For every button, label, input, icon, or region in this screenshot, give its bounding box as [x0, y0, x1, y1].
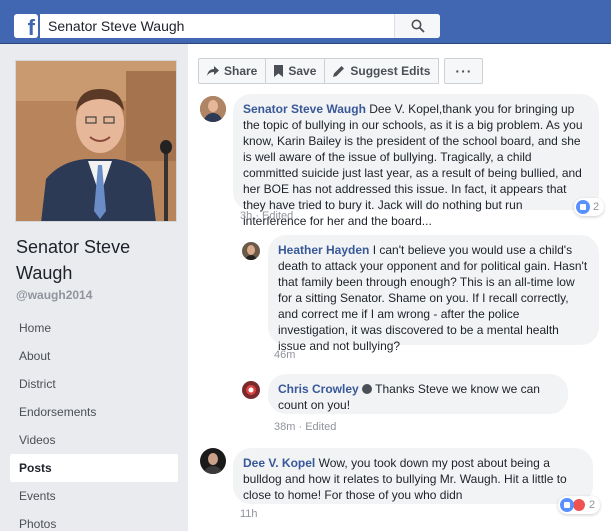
comment-bubble: Heather Hayden I can't believe you would…	[268, 235, 599, 353]
comment-bubble: Senator Steve Waugh Dee V. Kopel,thank y…	[233, 94, 599, 228]
suggest-edits-button[interactable]: Suggest Edits	[324, 58, 440, 84]
main-content: Share Save Suggest Edits ··· Senator Ste…	[188, 44, 611, 531]
comment-author[interactable]: Heather Hayden	[278, 243, 369, 257]
comment-author[interactable]: Dee V. Kopel	[243, 456, 315, 470]
reaction-count[interactable]: 2	[574, 198, 605, 216]
avatar-image	[200, 96, 226, 122]
comment-meta: 46m	[274, 349, 295, 361]
nav-item-endorsements[interactable]: Endorsements	[10, 398, 178, 426]
like-reaction-icon	[576, 200, 590, 214]
avatar[interactable]	[242, 242, 260, 260]
avatar-image	[200, 448, 226, 474]
group-icon	[362, 384, 373, 394]
page-action-bar: Share Save Suggest Edits ···	[198, 58, 484, 84]
nav-item-home[interactable]: Home	[10, 314, 178, 342]
left-sidebar: Senator Steve Waugh @waugh2014 Home Abou…	[0, 44, 188, 531]
comment-time[interactable]: 46m	[274, 349, 295, 361]
search-box	[40, 14, 440, 38]
comment-bubble: Chris Crowley Thanks Steve we know we ca…	[268, 374, 568, 414]
nav-item-photos[interactable]: Photos	[10, 510, 178, 531]
comment-meta: 11h	[240, 508, 258, 520]
bookmark-icon	[274, 65, 284, 77]
reaction-count[interactable]: 2	[558, 496, 601, 514]
comment-meta: 38m · Edited	[274, 421, 337, 433]
search-button[interactable]	[394, 14, 440, 38]
search-input[interactable]	[40, 14, 390, 38]
comment-edited[interactable]: Edited	[305, 421, 336, 433]
avatar-image	[242, 381, 260, 399]
comment-edited[interactable]: Edited	[262, 210, 293, 222]
nav-item-about[interactable]: About	[10, 342, 178, 370]
nav-item-videos[interactable]: Videos	[10, 426, 178, 454]
more-options-button[interactable]: ···	[444, 58, 484, 84]
save-button[interactable]: Save	[265, 58, 326, 84]
nav-item-posts[interactable]: Posts	[10, 454, 178, 482]
top-bar: f	[0, 0, 611, 44]
comment-meta: 3h · Edited	[240, 210, 294, 222]
search-icon	[411, 19, 425, 33]
avatar[interactable]	[242, 381, 260, 399]
comment-author[interactable]: Senator Steve Waugh	[243, 102, 366, 116]
save-label: Save	[288, 64, 317, 78]
reaction-number: 2	[589, 499, 596, 511]
profile-photo-image	[16, 61, 176, 221]
profile-photo[interactable]	[15, 60, 177, 222]
suggest-edits-label: Suggest Edits	[350, 64, 431, 78]
comment-time[interactable]: 38m	[274, 421, 295, 433]
angry-reaction-icon	[572, 498, 586, 512]
nav-item-district[interactable]: District	[10, 370, 178, 398]
page-handle[interactable]: @waugh2014	[16, 288, 92, 302]
like-reaction-icon	[560, 498, 574, 512]
page-nav: Home About District Endorsements Videos …	[10, 314, 178, 531]
avatar[interactable]	[200, 96, 226, 122]
comment-author[interactable]: Chris Crowley	[278, 382, 359, 396]
comment-time[interactable]: 11h	[240, 508, 258, 520]
share-button[interactable]: Share	[198, 58, 267, 84]
nav-item-events[interactable]: Events	[10, 482, 178, 510]
pencil-icon	[333, 66, 345, 77]
page-name[interactable]: Senator Steve Waugh	[16, 234, 176, 286]
comment-text: Dee V. Kopel,thank you for bringing up t…	[243, 102, 583, 228]
avatar-image	[242, 242, 260, 260]
comment-bubble: Dee V. Kopel Wow, you took down my post …	[233, 448, 593, 504]
comment-time[interactable]: 3h	[240, 210, 252, 222]
facebook-logo-icon[interactable]: f	[14, 14, 38, 38]
reaction-number: 2	[593, 201, 600, 213]
comment-text: I can't believe you would use a child's …	[278, 243, 588, 353]
share-arrow-icon	[207, 66, 219, 76]
share-label: Share	[224, 64, 258, 78]
avatar[interactable]	[200, 448, 226, 474]
